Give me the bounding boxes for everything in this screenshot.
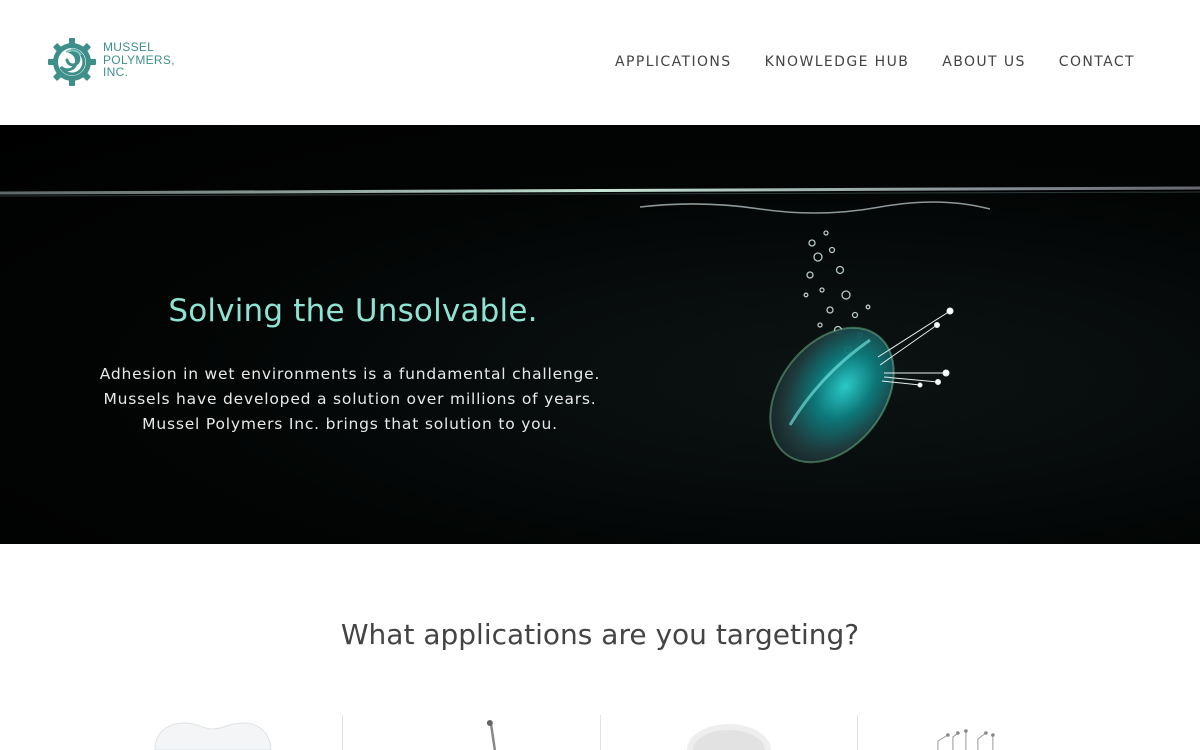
- nav-applications[interactable]: APPLICATIONS: [615, 54, 732, 70]
- application-card-fiber[interactable]: [599, 715, 858, 750]
- gear-swirl-logo-icon: [48, 38, 96, 86]
- company-logo[interactable]: MUSSEL POLYMERS, INC.: [48, 38, 188, 88]
- mussel-underwater-image: [0, 186, 1200, 464]
- hero-line-3: Mussel Polymers Inc. brings that solutio…: [142, 415, 558, 433]
- logo-wordmark: MUSSEL POLYMERS, INC.: [103, 41, 175, 79]
- hero-banner: Solving the Unsolvable. Adhesion in wet …: [0, 125, 1200, 544]
- hero-description: Adhesion in wet environments is a fundam…: [0, 362, 700, 437]
- applications-heading: What applications are you targeting?: [340, 618, 860, 651]
- nav-contact[interactable]: CONTACT: [1059, 54, 1135, 70]
- logo-line-3: INC.: [103, 65, 129, 79]
- application-card-tooth[interactable]: [85, 715, 342, 750]
- nav-about-us[interactable]: ABOUT US: [942, 54, 1026, 70]
- logo-line-1: MUSSEL: [103, 40, 155, 54]
- hero-title: Solving the Unsolvable.: [168, 293, 538, 329]
- circuit-board-image: [937, 729, 995, 750]
- main-nav: APPLICATIONS KNOWLEDGE HUB ABOUT US CONT…: [615, 54, 1135, 70]
- hero-line-1: Adhesion in wet environments is a fundam…: [99, 365, 601, 383]
- tooth-image: [154, 722, 272, 750]
- application-cards: [85, 715, 1115, 750]
- cotton-fiber-image: [686, 724, 771, 750]
- hero-line-2: Mussels have developed a solution over m…: [103, 390, 597, 408]
- nav-knowledge-hub[interactable]: KNOWLEDGE HUB: [765, 54, 910, 70]
- site-header: MUSSEL POLYMERS, INC. APPLICATIONS KNOWL…: [0, 0, 1200, 125]
- application-card-circuit[interactable]: [857, 715, 1115, 750]
- application-card-surgical[interactable]: [341, 715, 600, 750]
- surgical-instrument-image: [486, 720, 496, 750]
